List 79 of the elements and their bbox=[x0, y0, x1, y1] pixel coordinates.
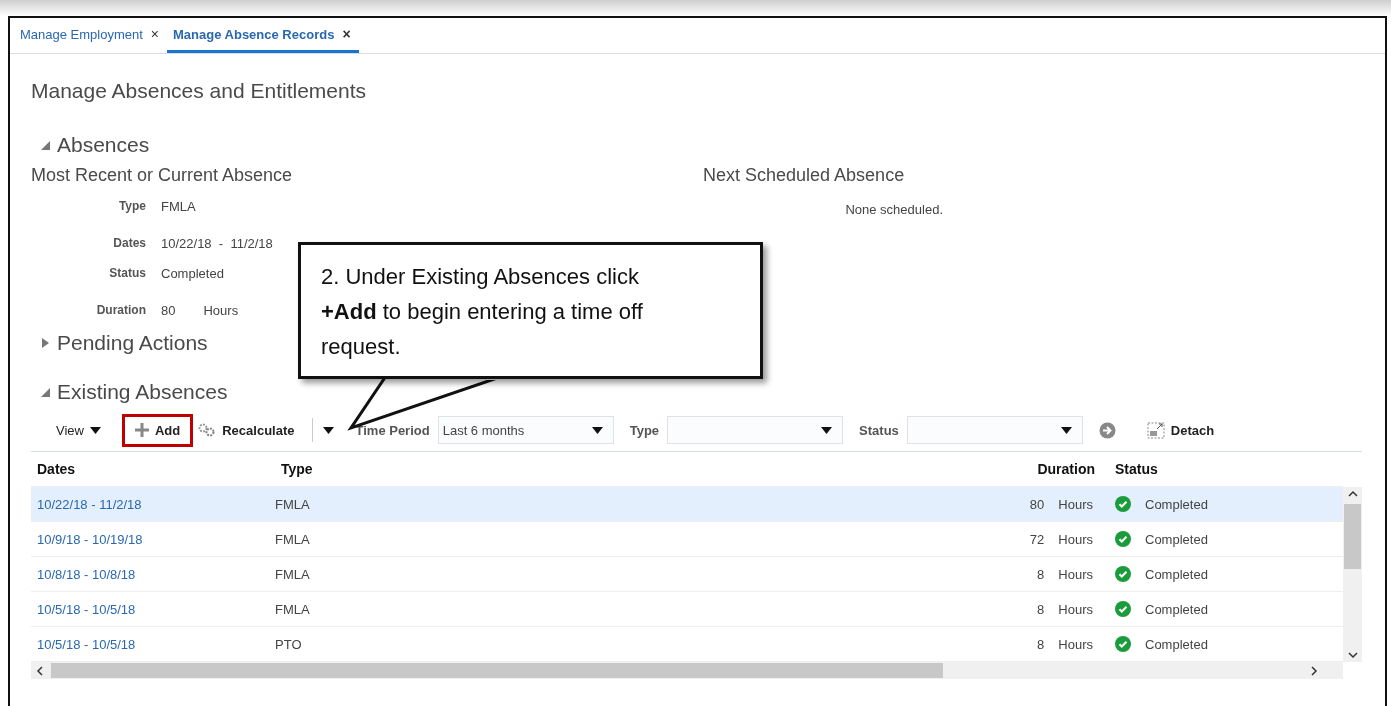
subsection-title: Most Recent or Current Absence bbox=[31, 165, 294, 186]
horizontal-scrollbar[interactable] bbox=[31, 662, 1343, 679]
dates-link[interactable]: 10/22/18 - 11/2/18 bbox=[31, 496, 275, 512]
subsection-title: Next Scheduled Absence bbox=[703, 165, 906, 186]
status-text: Completed bbox=[1145, 496, 1208, 512]
callout-text: 2. Under Existing Absences click +Add to begin entering a time off request. bbox=[321, 263, 644, 361]
filter-label: Time Period bbox=[355, 422, 430, 438]
field-label: Dates bbox=[112, 236, 146, 250]
status-text: Completed bbox=[1145, 601, 1208, 617]
column-header[interactable]: Status bbox=[1115, 461, 1325, 477]
tab-label: Manage Employment bbox=[20, 26, 143, 42]
duration-value: 72 bbox=[1029, 531, 1045, 547]
caret-icon bbox=[89, 426, 101, 434]
table-cell-text: FMLA bbox=[275, 566, 311, 582]
gears-icon bbox=[198, 423, 217, 437]
caret-icon bbox=[322, 426, 334, 434]
view-menu-button[interactable]: View bbox=[43, 413, 114, 447]
plus-icon bbox=[134, 423, 149, 437]
column-header[interactable]: Type bbox=[275, 461, 975, 477]
duration-value: 8 bbox=[1037, 601, 1045, 617]
unit-text: Hours bbox=[1058, 601, 1093, 617]
recalculate-button[interactable]: Recalculate bbox=[193, 413, 308, 447]
status-text: Completed bbox=[1145, 566, 1208, 582]
tab-label: Manage Absence Records bbox=[173, 26, 335, 42]
dates-link[interactable]: 10/8/18 - 10/8/18 bbox=[31, 566, 275, 582]
field-label: Type bbox=[117, 199, 146, 213]
collapse-triangle-icon[interactable] bbox=[39, 139, 51, 151]
field-value: 10/22/18 - 11/2/18 bbox=[161, 235, 273, 251]
detach-icon bbox=[1146, 421, 1165, 439]
collapse-triangle-icon[interactable] bbox=[39, 386, 51, 398]
unit-text: Hours bbox=[1058, 496, 1093, 512]
filter-select[interactable]: Last 6 months bbox=[437, 416, 614, 444]
unit-text: Hours bbox=[1058, 636, 1093, 652]
field-value: Completed bbox=[161, 265, 224, 281]
detach-button[interactable]: Detach bbox=[1133, 412, 1228, 448]
duration-value: 8 bbox=[1037, 566, 1045, 582]
section-title: Pending Actions bbox=[57, 331, 208, 355]
unit-text: Hours bbox=[1058, 566, 1093, 582]
duration-value: 80 bbox=[1029, 496, 1045, 512]
unit-text: Hours bbox=[203, 302, 239, 318]
caret-icon bbox=[821, 426, 833, 434]
check-circle-icon bbox=[1115, 566, 1131, 582]
tab[interactable]: Manage Absence Records × bbox=[167, 18, 359, 53]
column-header[interactable]: Duration bbox=[975, 461, 1095, 477]
unit-text: Hours bbox=[1058, 531, 1093, 547]
table-row[interactable]: 10/22/18 - 11/2/18 FMLA 80 Hours Completed bbox=[31, 487, 1343, 522]
filter-label: Type bbox=[629, 422, 660, 438]
dates-link[interactable]: 10/5/18 - 10/5/18 bbox=[31, 636, 275, 652]
close-tab-button[interactable]: × bbox=[342, 26, 351, 42]
table-cell-text: FMLA bbox=[275, 496, 311, 512]
table-cell-text: PTO bbox=[275, 636, 303, 652]
status-text: Completed bbox=[1145, 531, 1208, 547]
field-value: 80 bbox=[161, 302, 176, 318]
check-circle-icon bbox=[1115, 601, 1131, 617]
section-title: Absences bbox=[57, 133, 150, 157]
expand-triangle-icon[interactable] bbox=[39, 337, 51, 349]
check-circle-icon bbox=[1115, 531, 1131, 547]
page-title: Manage Absences and Entitlements bbox=[31, 79, 368, 103]
table-cell-text: FMLA bbox=[275, 531, 311, 547]
caret-icon bbox=[1060, 426, 1072, 434]
add-button[interactable]: Add bbox=[121, 413, 194, 447]
check-circle-icon bbox=[1115, 496, 1131, 512]
check-circle-icon bbox=[1115, 636, 1131, 652]
section-title: Existing Absences bbox=[57, 380, 228, 404]
close-tab-button[interactable]: × bbox=[150, 26, 160, 42]
dates-link[interactable]: 10/9/18 - 10/19/18 bbox=[31, 531, 275, 547]
table-cell-text: FMLA bbox=[275, 601, 311, 617]
status-text: Completed bbox=[1145, 636, 1208, 652]
field-label: Duration bbox=[95, 303, 146, 317]
field-label: Status bbox=[108, 266, 146, 280]
empty-message: None scheduled. bbox=[844, 202, 943, 217]
field-value: FMLA bbox=[161, 198, 196, 214]
duration-value: 8 bbox=[1037, 636, 1045, 652]
caret-icon bbox=[591, 426, 603, 434]
column-header[interactable]: Dates bbox=[31, 461, 275, 477]
tab[interactable]: Manage Employment × bbox=[14, 18, 168, 53]
dates-link[interactable]: 10/5/18 - 10/5/18 bbox=[31, 601, 275, 617]
filter-label: Status bbox=[859, 422, 899, 438]
vertical-scrollbar[interactable] bbox=[1343, 487, 1362, 662]
